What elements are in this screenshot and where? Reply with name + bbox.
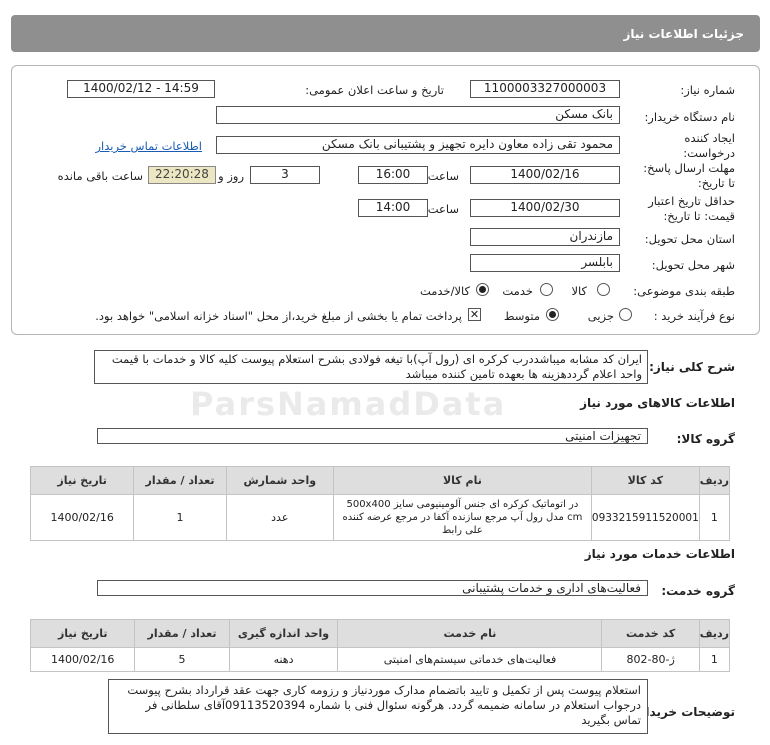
buyer-notes-label: توضیحات خریدار: [633, 705, 735, 719]
price-validity-label: حداقل تاریخ اعتبار قیمت: تا تاریخ: [648, 194, 735, 223]
process-medium-label: متوسط [503, 309, 540, 323]
creator-label: ایجاد کننده درخواست: [683, 131, 735, 160]
services-table: ردیف کد خدمت نام خدمت واحد اندازه گیری ت… [29, 619, 731, 672]
process-partial-label: جزیی [587, 309, 614, 323]
service-row-number: 1 [698, 647, 731, 672]
buyer-contact-link[interactable]: اطلاعات تماس خریدار [95, 139, 202, 153]
service-qty: 5 [134, 647, 230, 672]
col-name: نام خدمت [337, 619, 603, 648]
send-time-field: 16:00 [358, 166, 428, 184]
watermark: ParsNamadData [190, 385, 507, 423]
goods-table: ردیف کد کالا نام کالا واحد شمارش تعداد /… [29, 466, 731, 541]
treasury-payment-checkbox[interactable]: ✕ [468, 308, 481, 321]
category-service-radio[interactable] [540, 283, 553, 296]
process-partial-radio[interactable] [619, 308, 632, 321]
need-number-field: 1100003327000003 [470, 80, 620, 98]
goods-table-header: ردیف کد کالا نام کالا واحد شمارش تعداد /… [29, 466, 731, 495]
description-box: ایران کد مشابه میباشددرب کرکره ای (رول آ… [94, 350, 648, 384]
announce-label: تاریخ و ساعت اعلان عمومی: [305, 83, 444, 97]
col-date: تاریخ نیاز [29, 619, 136, 648]
col-unit: واحد شمارش [225, 466, 334, 495]
announce-field: 1400/02/12 - 14:59 [67, 80, 215, 98]
category-service-label: خدمت [502, 284, 533, 298]
process-label: نوع فرآیند خرید : [653, 309, 735, 323]
goods-name: در اتوماتیک کرکره ای جنس آلومینیومی سایز… [332, 494, 592, 541]
col-qty: تعداد / مقدار [134, 619, 230, 648]
buyer-label: نام دستگاه خریدار: [644, 110, 735, 124]
col-code: کد کالا [590, 466, 700, 495]
service-date: 1400/02/16 [29, 647, 136, 672]
need-number-label: شماره نیاز: [680, 83, 735, 97]
col-row: ردیف [698, 466, 731, 495]
buyer-field: بانک مسکن [216, 106, 620, 124]
col-qty: تعداد / مقدار [133, 466, 227, 495]
province-field: مازندران [470, 228, 620, 246]
price-time-field: 14:00 [358, 199, 428, 217]
remaining-time-timer: 22:20:28 [148, 166, 216, 184]
goods-group-label: گروه کالا: [676, 432, 735, 446]
category-goods-service-label: کالا/خدمت [419, 284, 470, 298]
goods-code: 0933215911520001 [590, 494, 700, 541]
days-remaining-field: 3 [250, 166, 320, 184]
city-label: شهر محل تحویل: [651, 258, 735, 272]
category-goods-label: کالا [571, 284, 587, 298]
goods-qty: 1 [133, 494, 227, 541]
category-label: طبقه بندی موضوعی: [633, 284, 735, 298]
category-goods-service-radio[interactable] [476, 283, 489, 296]
col-code: کد خدمت [601, 619, 700, 648]
days-label: روز و [218, 169, 244, 183]
table-row: 1 0933215911520001 در اتوماتیک کرکره ای … [29, 494, 731, 541]
send-deadline-label: مهلت ارسال پاسخ: تا تاریخ: [643, 161, 735, 190]
service-code: ژ-80-802 [601, 647, 700, 672]
services-section-title: اطلاعات خدمات مورد نیاز [584, 547, 735, 561]
treasury-payment-note: پرداخت تمام یا بخشی از مبلغ خرید،از محل … [95, 309, 462, 323]
send-date-field: 1400/02/16 [470, 166, 620, 184]
service-name: فعالیت‌های خدماتی سیستم‌های امنیتی [337, 647, 603, 672]
creator-field: محمود تقی زاده معاون دایره تجهیز و پشتیب… [216, 136, 620, 154]
col-row: ردیف [698, 619, 731, 648]
goods-date: 1400/02/16 [29, 494, 135, 541]
page-title: جزئیات اطلاعات نیاز [623, 27, 744, 41]
goods-group-field: تجهیزات امنیتی [97, 428, 648, 444]
service-unit: دهنه [228, 647, 339, 672]
description-label: شرح کلی نیاز: [649, 360, 735, 374]
price-date-field: 1400/02/30 [470, 199, 620, 217]
province-label: استان محل تحویل: [644, 232, 735, 246]
send-time-label: ساعت [427, 169, 459, 183]
col-unit: واحد اندازه گیری [228, 619, 339, 648]
goods-unit: عدد [225, 494, 334, 541]
table-row: 1 ژ-80-802 فعالیت‌های خدماتی سیستم‌های ا… [29, 647, 731, 672]
col-name: نام کالا [332, 466, 592, 495]
page-header: جزئیات اطلاعات نیاز [11, 15, 760, 52]
goods-row-number: 1 [698, 494, 731, 541]
services-group-label: گروه خدمت: [661, 584, 735, 598]
price-time-label: ساعت [427, 202, 459, 216]
services-group-field: فعالیت‌های اداری و خدمات پشتیبانی [97, 580, 648, 596]
category-goods-radio[interactable] [597, 283, 610, 296]
goods-section-title: اطلاعات کالاهای مورد نیاز [580, 396, 735, 410]
city-field: بابلسر [470, 254, 620, 272]
services-table-header: ردیف کد خدمت نام خدمت واحد اندازه گیری ت… [29, 619, 731, 648]
process-medium-radio[interactable] [546, 308, 559, 321]
col-date: تاریخ نیاز [29, 466, 135, 495]
remaining-label: ساعت باقی مانده [57, 169, 143, 183]
buyer-notes-box: استعلام پیوست پس از تکمیل و تایید باتضما… [108, 679, 648, 734]
